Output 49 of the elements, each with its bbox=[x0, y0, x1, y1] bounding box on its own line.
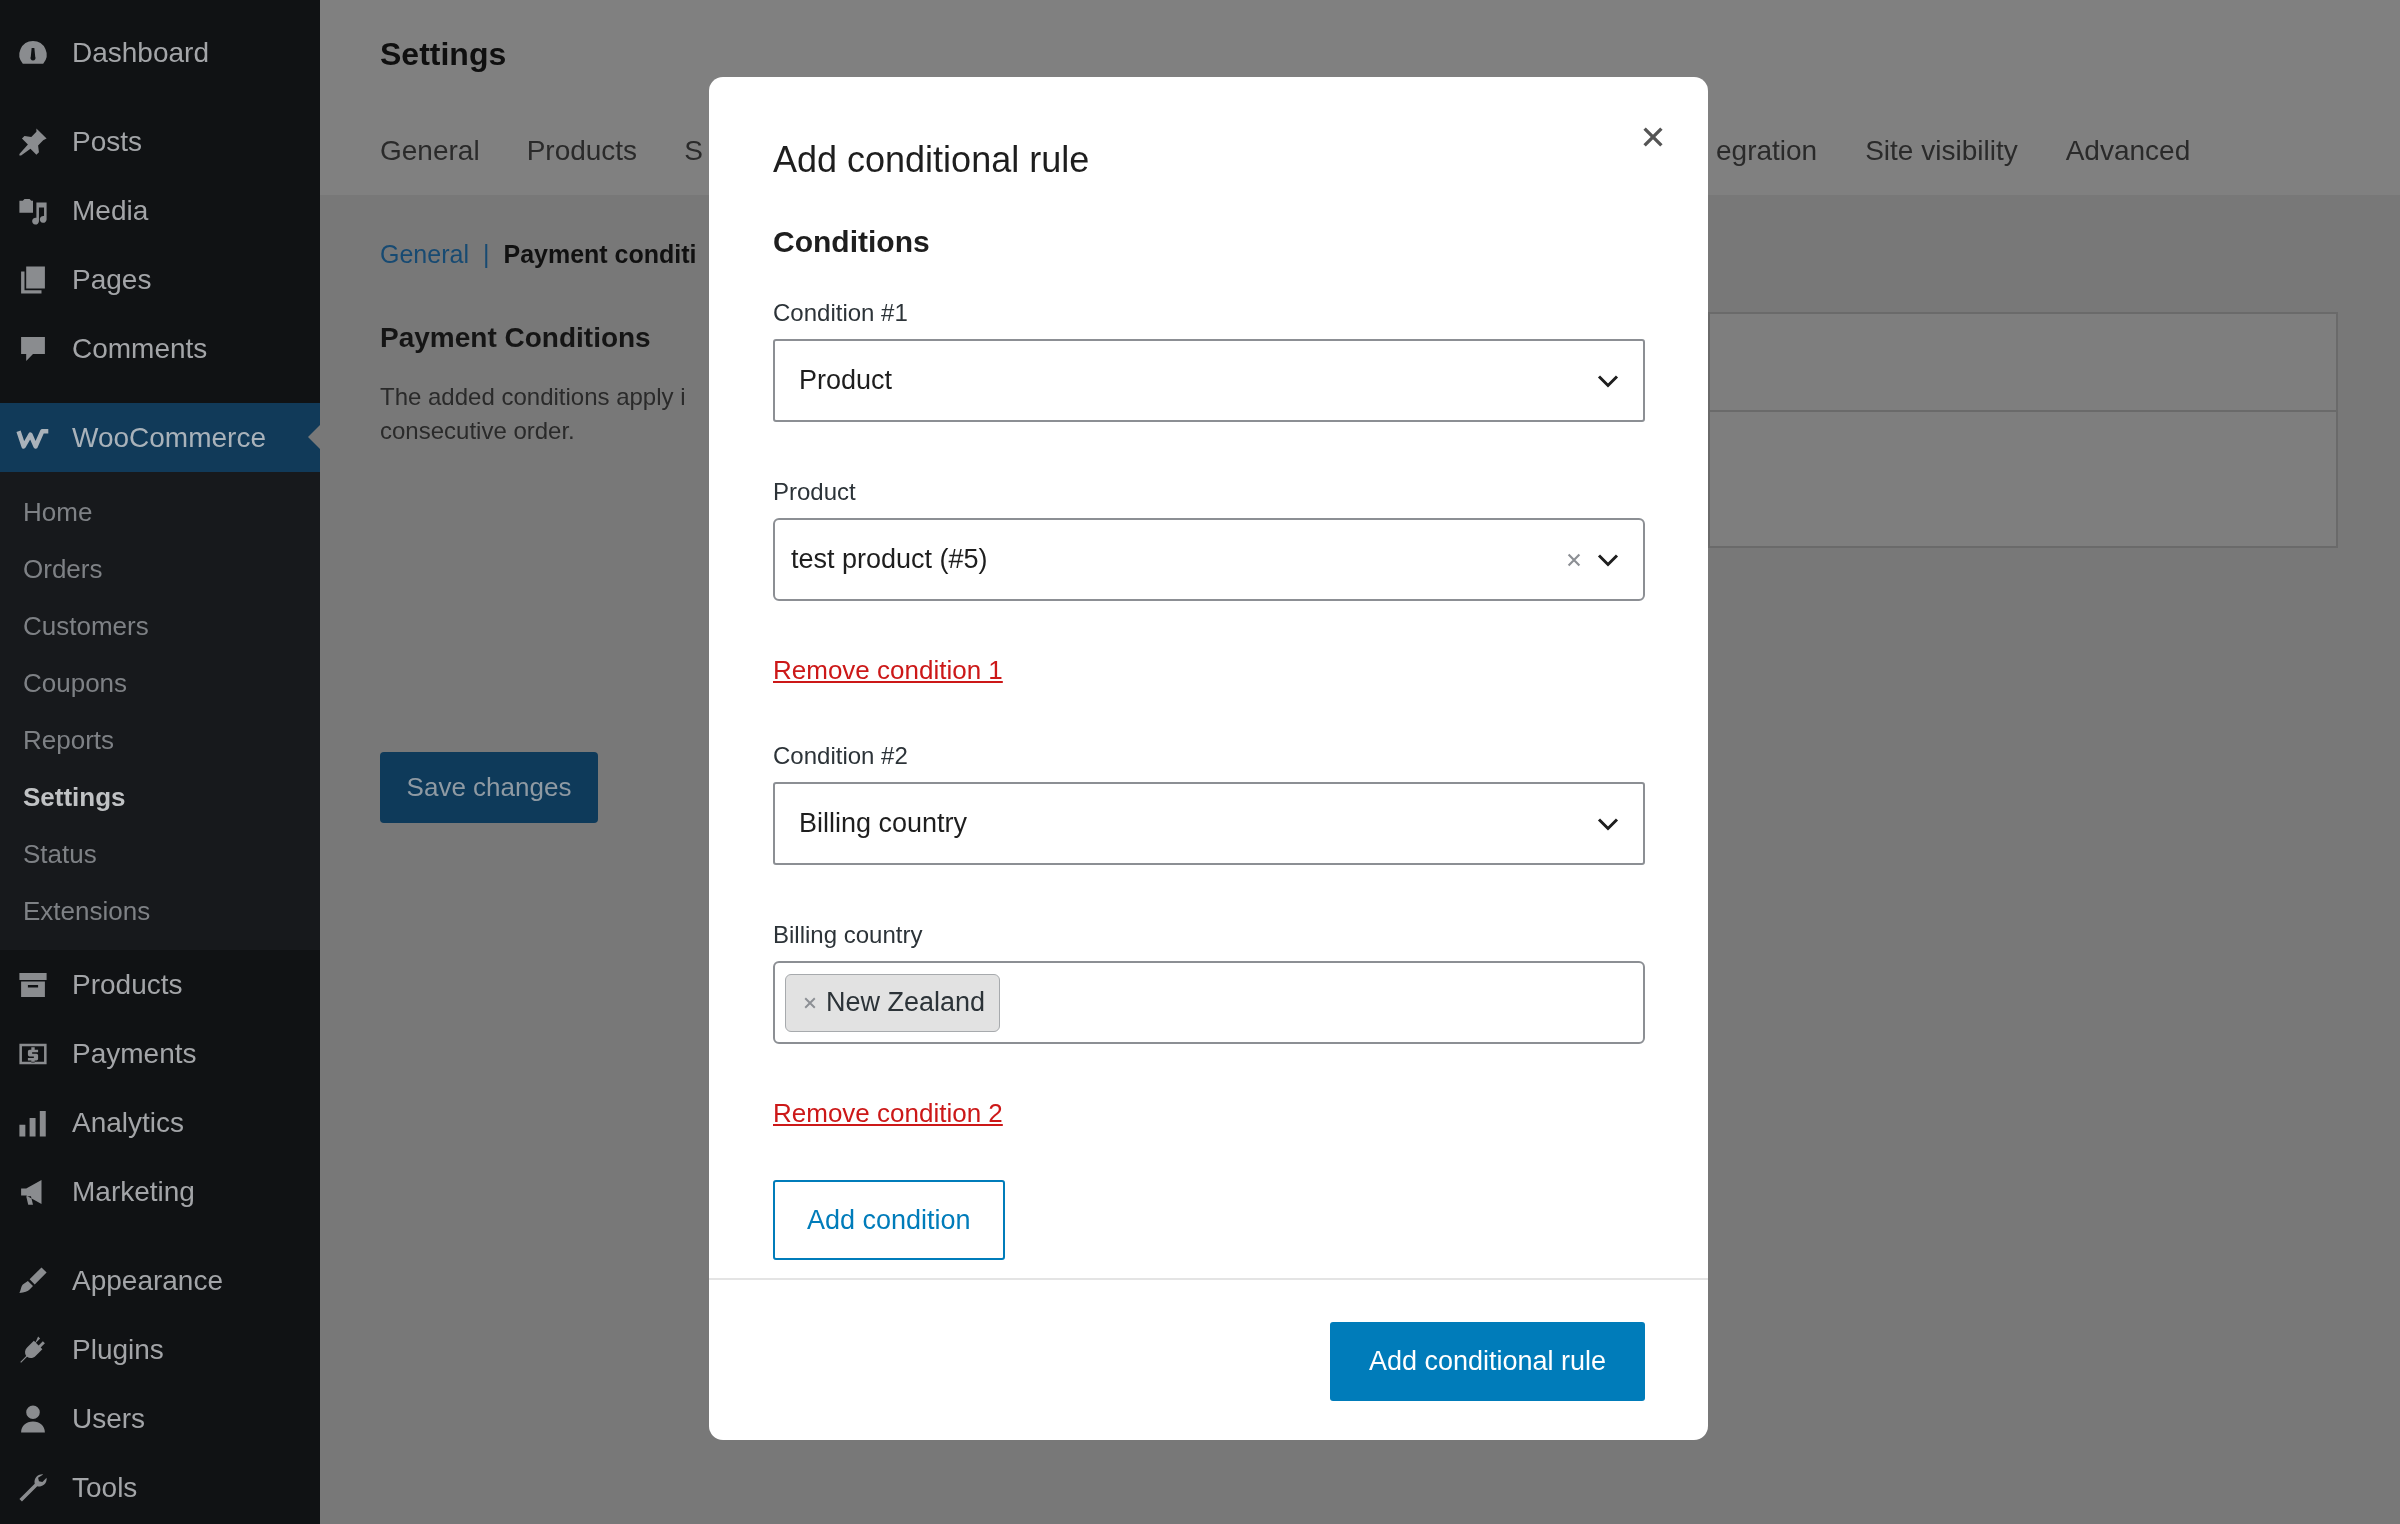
field-label: Product bbox=[773, 477, 857, 507]
submenu-item[interactable]: Home bbox=[0, 484, 320, 541]
field-label: Condition #1 bbox=[773, 298, 909, 328]
sidebar-item[interactable]: Tools bbox=[0, 1453, 320, 1522]
sidebar-item[interactable]: Plugins bbox=[0, 1315, 320, 1384]
add-condition-button[interactable]: Add condition bbox=[773, 1180, 1005, 1260]
tab[interactable]: S bbox=[684, 131, 703, 171]
tab[interactable]: Products bbox=[526, 131, 638, 171]
submenu-item[interactable]: Reports bbox=[0, 712, 320, 769]
submenu-item[interactable]: Settings bbox=[0, 769, 320, 826]
sidebar-item[interactable]: WooCommerce bbox=[0, 403, 320, 472]
section-title: Payment Conditions bbox=[380, 321, 652, 355]
sidebar-item[interactable]: Users bbox=[0, 1384, 320, 1453]
condition-dropdown[interactable]: Billing country bbox=[773, 782, 1645, 865]
remove-condition-link[interactable]: Remove condition 2 bbox=[773, 1097, 1003, 1129]
sidebar-item[interactable]: Marketing bbox=[0, 1157, 320, 1226]
tab[interactable]: egration bbox=[1716, 131, 1818, 171]
sidebar-item[interactable]: Dashboard bbox=[0, 18, 320, 87]
sidebar-item[interactable]: Pages bbox=[0, 245, 320, 314]
sidebar-item[interactable]: Appearance bbox=[0, 1246, 320, 1315]
tab[interactable]: General bbox=[380, 131, 480, 171]
add-conditional-rule-button[interactable]: Add conditional rule bbox=[1330, 1322, 1645, 1401]
sidebar-item[interactable]: Media bbox=[0, 176, 320, 245]
submenu-item[interactable]: Extensions bbox=[0, 883, 320, 940]
sidebar-item[interactable]: Analytics bbox=[0, 1088, 320, 1157]
tag-input-field[interactable]: New Zealand bbox=[773, 961, 1645, 1044]
save-changes-button[interactable]: Save changes bbox=[380, 752, 598, 823]
tag-chip[interactable]: New Zealand bbox=[785, 973, 1001, 1032]
submenu-item[interactable]: Orders bbox=[0, 541, 320, 598]
remove-condition-link[interactable]: Remove condition 1 bbox=[773, 654, 1003, 686]
field-label: Billing country bbox=[773, 920, 924, 950]
tab[interactable]: Site visibility bbox=[1865, 131, 2018, 171]
tab[interactable]: Advanced bbox=[2065, 131, 2191, 171]
breadcrumb-current: Payment conditi bbox=[503, 239, 697, 270]
submenu-item[interactable]: Customers bbox=[0, 598, 320, 655]
section-description: The added conditions apply i consecutive order. bbox=[380, 382, 687, 446]
modal-title: Add conditional rule bbox=[773, 138, 1091, 182]
sidebar-item[interactable]: Payments bbox=[0, 1019, 320, 1088]
page-title: Settings bbox=[380, 35, 508, 74]
sidebar-item[interactable]: Products bbox=[0, 950, 320, 1019]
sidebar-item[interactable]: Comments bbox=[0, 314, 320, 383]
condition-dropdown[interactable]: Product bbox=[773, 339, 1645, 422]
submenu-item[interactable]: Coupons bbox=[0, 655, 320, 712]
field-label: Condition #2 bbox=[773, 741, 909, 771]
section-heading: Conditions bbox=[773, 224, 931, 260]
breadcrumb-separator: | bbox=[482, 239, 490, 270]
value-dropdown[interactable]: test product (#5) bbox=[773, 518, 1645, 601]
sidebar-item[interactable]: Posts bbox=[0, 107, 320, 176]
submenu-item[interactable]: Status bbox=[0, 826, 320, 883]
